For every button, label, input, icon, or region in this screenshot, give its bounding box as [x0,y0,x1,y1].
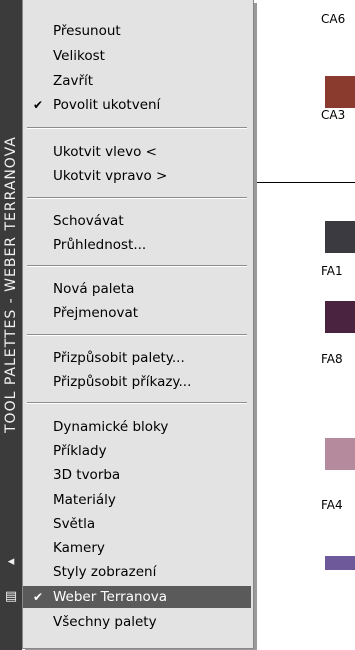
menu-item-label: Ukotvit vlevo < [53,144,157,160]
menu-item-label: Schovávat [53,213,124,229]
checkmark-icon: ✔ [32,98,44,112]
menu-item-label: Kamery [53,540,105,556]
menu-item-transparency[interactable]: Průhlednost... [23,234,251,256]
menu-separator [27,265,247,267]
menu-item-label: Přizpůsobit příkazy... [53,374,192,390]
menu-item-label: Světla [53,516,96,532]
menu-separator [27,334,247,336]
palette-properties-icon[interactable]: ▤ [3,588,19,604]
menu-item-palette-group[interactable]: Materiály [23,489,251,511]
menu-item-label: Příklady [53,443,107,459]
swatch-label: FA4 [321,498,343,512]
menu-item-label: Nová paleta [53,281,135,297]
menu-item-all-palettes[interactable]: Všechny palety [23,611,251,633]
palette-collapse-icon[interactable]: ◂ [3,553,19,569]
palette-section-divider [255,182,355,183]
menu-item-label: Zavřít [53,73,94,89]
menu-item-label: Velikost [53,48,105,64]
color-swatch[interactable] [325,301,355,333]
menu-item-label: Všechny palety [53,614,157,630]
palette-title: TOOL PALETTES - WEBER TERRANOVA [3,136,19,434]
menu-separator [27,127,247,129]
menu-item-close[interactable]: Zavřít [23,70,251,92]
menu-item-size[interactable]: Velikost [23,45,251,67]
menu-item-label: 3D tvorba [53,467,121,483]
menu-item-label: Ukotvit vpravo > [53,168,168,184]
color-swatch[interactable] [325,76,355,108]
menu-item-label: Přejmenovat [53,305,139,321]
color-swatch[interactable] [325,221,355,253]
menu-item-palette-group[interactable]: Příklady [23,440,251,462]
menu-item-label: Weber Terranova [53,589,168,605]
checkmark-icon: ✔ [32,590,44,604]
menu-item-allow-docking[interactable]: ✔ Povolit ukotvení [23,94,251,116]
swatch-label: CA3 [321,108,346,122]
color-swatch[interactable] [325,438,355,470]
menu-item-anchor-right[interactable]: Ukotvit vpravo > [23,165,251,187]
color-swatch[interactable] [325,556,355,570]
swatch-label: FA8 [321,352,343,366]
menu-item-label: Styly zobrazení [53,564,157,580]
menu-separator [27,402,247,404]
menu-item-palette-group[interactable]: Dynamické bloky [23,416,251,438]
menu-item-palette-group[interactable]: 3D tvorba [23,464,251,486]
menu-item-label: Průhlednost... [53,237,147,253]
menu-item-palette-group[interactable]: Styly zobrazení [23,561,251,583]
menu-item-move[interactable]: Přesunout [23,20,251,42]
swatch-label: FA1 [321,264,343,278]
menu-item-new-palette[interactable]: Nová paleta [23,278,251,300]
menu-item-anchor-left[interactable]: Ukotvit vlevo < [23,141,251,163]
menu-item-palette-group[interactable]: Kamery [23,537,251,559]
menu-item-customize-commands[interactable]: Přizpůsobit příkazy... [23,371,251,393]
menu-item-customize-palettes[interactable]: Přizpůsobit palety... [23,347,251,369]
menu-item-label: Materiály [53,492,116,508]
palette-context-menu: Přesunout Velikost Zavřít ✔ Povolit ukotv… [22,0,254,649]
menu-item-rename[interactable]: Přejmenovat [23,302,251,324]
menu-item-auto-hide[interactable]: Schovávat [23,210,251,232]
menu-item-label: Dynamické bloky [53,419,169,435]
menu-item-palette-group[interactable]: Světla [23,513,251,535]
menu-item-palette-group-selected[interactable]: ✔ Weber Terranova [23,586,251,608]
menu-item-label: Přizpůsobit palety... [53,350,185,366]
menu-item-label: Přesunout [53,23,121,39]
palette-title-bar[interactable]: TOOL PALETTES - WEBER TERRANOVA ◂ ▤ [0,0,22,650]
menu-separator [27,197,247,199]
menu-item-label: Povolit ukotvení [53,97,161,113]
swatch-label: CA6 [321,12,346,26]
